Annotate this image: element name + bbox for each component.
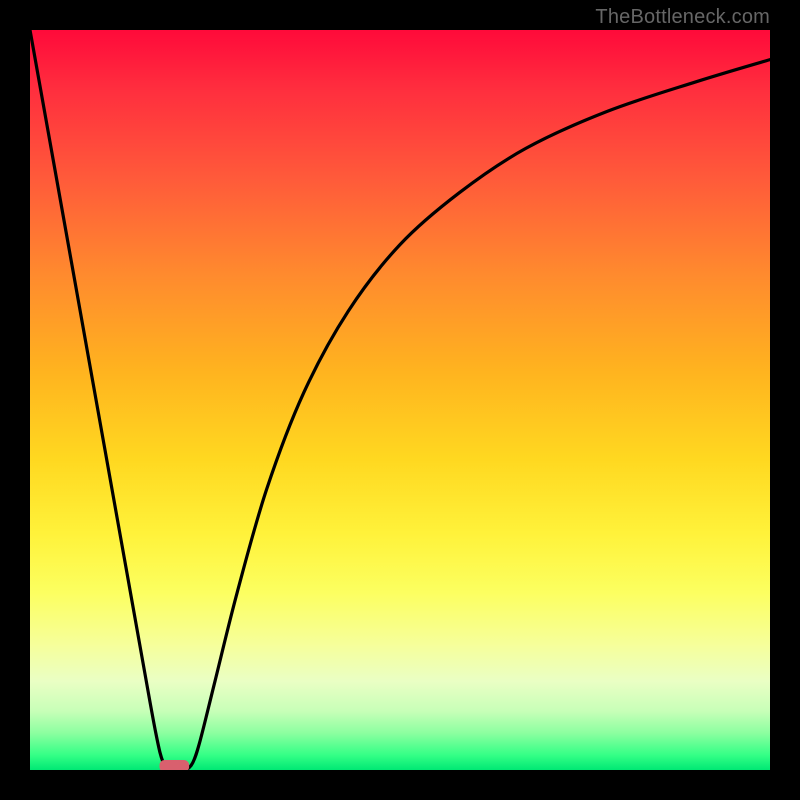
chart-frame: TheBottleneck.com <box>0 0 800 800</box>
optimal-marker <box>160 760 190 770</box>
curve-layer <box>30 30 770 770</box>
plot-area <box>30 30 770 770</box>
watermark-text: TheBottleneck.com <box>595 6 770 29</box>
bottleneck-curve <box>30 30 770 770</box>
